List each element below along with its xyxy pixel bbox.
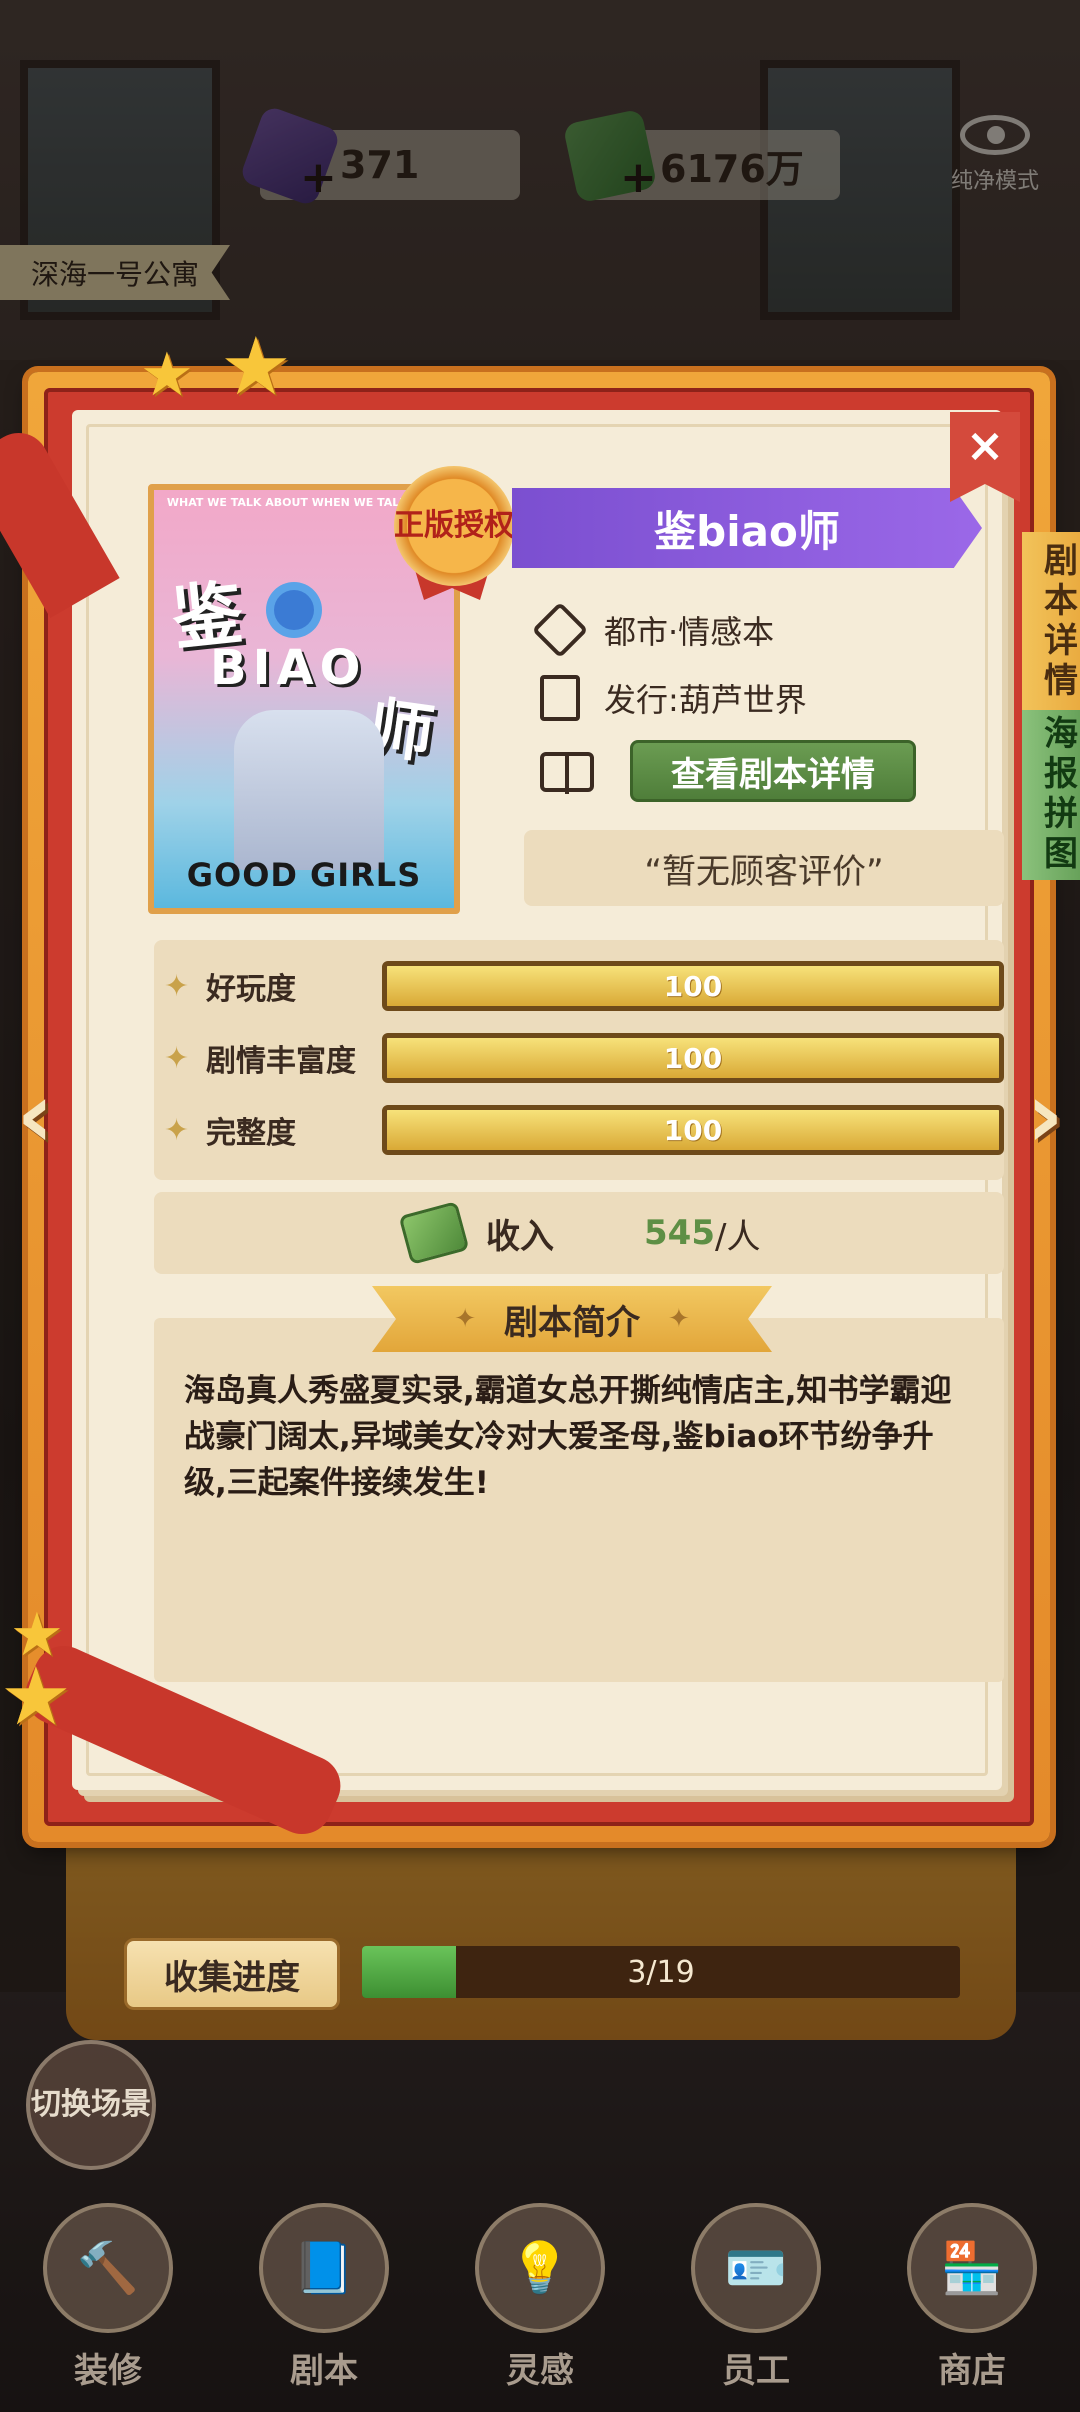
genre-row: 都市·情感本 [531, 600, 775, 660]
diamond-icon: ✦ [454, 1304, 476, 1334]
poster-footer: GOOD GIRLS [154, 856, 454, 894]
poster-hand [234, 710, 384, 870]
nav-label: 商店 [938, 2351, 1006, 2391]
switch-scene-button[interactable]: 切换场景 [26, 2040, 156, 2170]
income-row: 收入 545 /人 [154, 1192, 1004, 1274]
poster-footer-left: GOOD [186, 856, 298, 894]
script-title: 鉴biao师 [512, 488, 982, 568]
rating-value: 100 [663, 1113, 723, 1147]
book-row [540, 742, 594, 802]
tag-icon [531, 601, 589, 659]
ratings-panel: ✦ 好玩度 100 ✦ 剧情丰富度 100 ✦ 完整度 100 [154, 940, 1004, 1180]
rating-row: ✦ 完整度 100 [164, 1100, 1004, 1160]
dialog-paper: WHAT WE TALK ABOUT WHEN WE TALK AB... 鉴 … [72, 410, 1004, 1790]
nav-label: 员工 [722, 2351, 790, 2391]
hammer-icon: 🔨 [43, 2203, 173, 2333]
rating-label: 完整度 [206, 1116, 296, 1151]
nav-scripts[interactable]: 📘 剧本 [234, 2203, 414, 2392]
nav-shop[interactable]: 🏪 商店 [882, 2203, 1062, 2392]
rating-bar: 100 [382, 961, 1004, 1011]
nav-decorate[interactable]: 🔨 装修 [18, 2203, 198, 2392]
rating-label: 剧情丰富度 [206, 1044, 356, 1079]
licensed-badge: 正版授权 [394, 466, 514, 586]
star-decoration: ★ [140, 340, 194, 410]
bottom-navigation: 🔨 装修 📘 剧本 💡 灵感 🪪 员工 🏪 商店 [0, 2172, 1080, 2412]
genre-text: 都市·情感本 [604, 613, 775, 651]
income-value: 545 [644, 1213, 715, 1253]
tab-script-details[interactable]: 剧本详情 [1022, 532, 1080, 712]
collection-progress-button[interactable]: 收集进度 [124, 1938, 340, 2010]
income-unit: /人 [714, 1216, 761, 1257]
rating-label: 好玩度 [206, 972, 296, 1007]
rating-value: 100 [663, 1041, 723, 1075]
nav-staff[interactable]: 🪪 员工 [666, 2203, 846, 2392]
star-decoration: ★ [0, 1650, 72, 1743]
synopsis-header: ✦ 剧本简介 ✦ [372, 1286, 772, 1352]
poster-footer-right: GIRLS [309, 856, 422, 894]
document-icon [540, 675, 580, 721]
star-icon: ✦ [164, 1112, 190, 1148]
rating-bar: 100 [382, 1033, 1004, 1083]
script-detail-dialog: WHAT WE TALK ABOUT WHEN WE TALK AB... 鉴 … [28, 372, 1080, 1842]
book-icon [540, 752, 594, 794]
star-decoration: ★ [220, 320, 292, 413]
shop-icon: 🏪 [907, 2203, 1037, 2333]
synopsis-text: 海岛真人秀盛夏实录,霸道女总开撕纯情店主,知书学霸迎战豪门阔太,异域美女冷对大爱… [154, 1318, 1004, 1682]
rating-row: ✦ 剧情丰富度 100 [164, 1028, 1004, 1088]
publisher-row: 发行:葫芦世界 [540, 668, 807, 728]
diamond-icon: ✦ [668, 1304, 690, 1334]
nav-label: 灵感 [506, 2351, 574, 2391]
review-box: “暂无顾客评价” [524, 830, 1004, 906]
nav-inspiration[interactable]: 💡 灵感 [450, 2203, 630, 2392]
previous-script-arrow[interactable]: ‹ [0, 1063, 70, 1168]
star-icon: ✦ [164, 968, 190, 1004]
synopsis-title: 剧本简介 [504, 1302, 640, 1343]
publisher-text: 发行:葫芦世界 [604, 681, 807, 719]
money-icon [398, 1201, 470, 1265]
nav-label: 装修 [74, 2351, 142, 2391]
rating-row: ✦ 好玩度 100 [164, 956, 1004, 1016]
tab-poster-puzzle[interactable]: 海报拼图 [1022, 710, 1080, 880]
rating-value: 100 [663, 969, 723, 1003]
income-label: 收入 [486, 1216, 554, 1257]
view-details-button[interactable]: 查看剧本详情 [630, 740, 916, 802]
next-script-arrow[interactable]: › [1010, 1063, 1080, 1168]
book-icon: 📘 [259, 2203, 389, 2333]
bulb-icon: 💡 [475, 2203, 605, 2333]
poster-flower [274, 590, 314, 630]
nav-label: 剧本 [290, 2351, 358, 2391]
collection-progress-bar: 3/19 [362, 1946, 960, 1998]
collection-progress-text: 3/19 [627, 1954, 695, 1990]
id-card-icon: 🪪 [691, 2203, 821, 2333]
rating-bar: 100 [382, 1105, 1004, 1155]
poster-title-2: BIAO [210, 640, 367, 696]
star-icon: ✦ [164, 1040, 190, 1076]
